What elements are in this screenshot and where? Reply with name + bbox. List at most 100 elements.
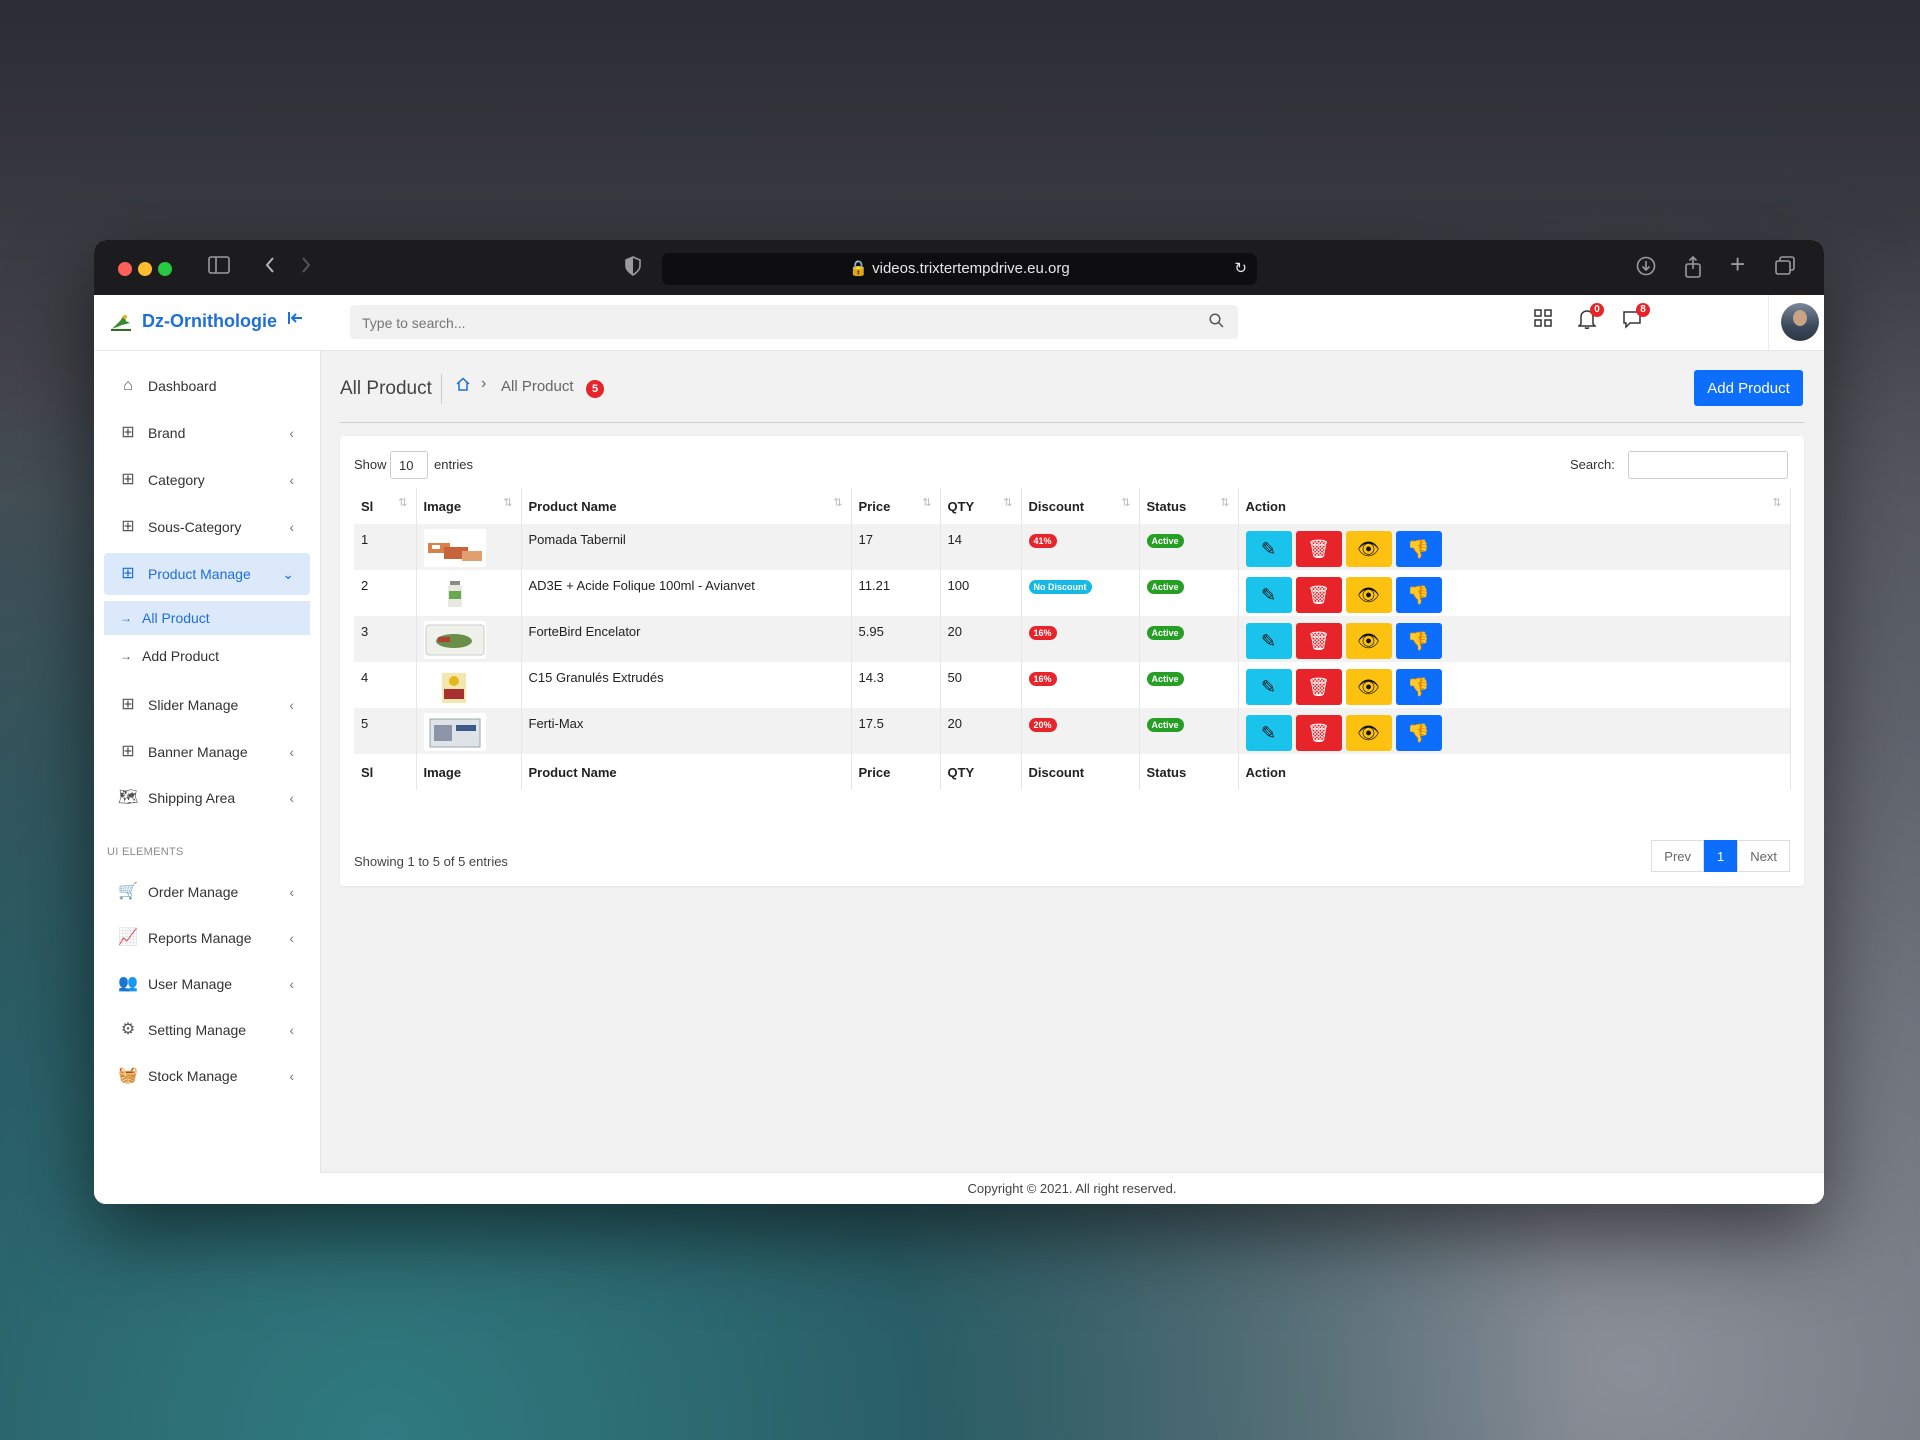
deactivate-button[interactable]: 👎 <box>1395 669 1442 705</box>
sidebar-subitem-all-product[interactable]: → All Product <box>104 601 310 635</box>
global-search-input[interactable] <box>360 305 1204 341</box>
collapse-sidebar-icon[interactable] <box>286 309 304 332</box>
sidebar-item-slider-manage[interactable]: ⊞ Slider Manage ‹ <box>104 684 310 726</box>
avatar[interactable] <box>1781 303 1819 341</box>
notifications-bell-icon[interactable]: 0 <box>1577 303 1604 335</box>
eye-icon: 👁 <box>1357 631 1380 651</box>
sidebar-subitem-add-product[interactable]: → Add Product <box>104 639 310 673</box>
sidebar-item-setting-manage[interactable]: ⚙ Setting Manage ‹ <box>104 1009 310 1051</box>
view-button[interactable]: 👁 <box>1345 531 1392 567</box>
tabs-overview-icon[interactable] <box>1774 256 1796 282</box>
thumbs-down-icon: 👎 <box>1407 723 1430 743</box>
forward-icon[interactable] <box>300 256 312 280</box>
chevron-left-icon: ‹ <box>289 472 294 488</box>
delete-button[interactable]: 🗑 <box>1295 623 1342 659</box>
address-bar[interactable]: 🔒 videos.trixtertempdrive.eu.org ↻ <box>662 253 1257 285</box>
table-row: 2 AD3E + Acide Folique 100ml - Avianvet … <box>354 570 1791 616</box>
discount-badge: No Discount <box>1028 580 1092 594</box>
sidebar-item-product-manage[interactable]: ⊞ Product Manage ⌄ <box>104 553 310 595</box>
deactivate-button[interactable]: 👎 <box>1395 577 1442 613</box>
product-table-card: Show 10 entries Search: Sl ⇅ Image ⇅ Produ… <box>340 436 1804 886</box>
sidebar-toggle-icon[interactable] <box>208 256 230 280</box>
delete-button[interactable]: 🗑 <box>1295 577 1342 613</box>
column-header-sl[interactable]: Sl ⇅ <box>354 488 417 524</box>
deactivate-button[interactable]: 👎 <box>1395 623 1442 659</box>
close-window-button[interactable] <box>118 262 132 276</box>
chart-icon: 📈 <box>118 929 138 946</box>
delete-button[interactable]: 🗑 <box>1295 669 1342 705</box>
maximize-window-button[interactable] <box>158 262 172 276</box>
minimize-window-button[interactable] <box>138 262 152 276</box>
column-header-action[interactable]: Action ⇅ <box>1238 488 1791 524</box>
pagination-next[interactable]: Next <box>1737 840 1790 872</box>
reload-icon[interactable]: ↻ <box>1234 253 1247 285</box>
user-divider <box>1768 295 1769 350</box>
product-thumbnail <box>423 621 486 659</box>
cell-product-name: AD3E + Acide Folique 100ml - Avianvet <box>521 570 852 616</box>
apps-grid-icon[interactable] <box>1534 309 1552 333</box>
column-header-image[interactable]: Image ⇅ <box>416 488 522 524</box>
edit-button[interactable]: ✎ <box>1245 531 1292 567</box>
sidebar-item-banner-manage[interactable]: ⊞ Banner Manage ‹ <box>104 731 310 773</box>
edit-button[interactable]: ✎ <box>1245 623 1292 659</box>
table-search-label: Search: <box>1570 457 1615 472</box>
view-button[interactable]: 👁 <box>1345 669 1392 705</box>
pagination-page-1[interactable]: 1 <box>1704 840 1738 872</box>
entries-label: entries <box>434 457 474 472</box>
cell-status: Active <box>1139 708 1239 754</box>
pencil-icon: ✎ <box>1260 723 1277 743</box>
view-button[interactable]: 👁 <box>1345 623 1392 659</box>
view-button[interactable]: 👁 <box>1345 577 1392 613</box>
entries-length-select[interactable]: 10 <box>390 451 428 479</box>
sort-icon: ⇅ <box>398 497 408 509</box>
cell-qty: 20 <box>940 708 1022 754</box>
deactivate-button[interactable]: 👎 <box>1395 531 1442 567</box>
sidebar-item-label: Category <box>148 472 205 488</box>
table-search-input[interactable] <box>1628 451 1788 479</box>
search-icon[interactable] <box>1209 313 1224 333</box>
messages-icon[interactable]: 8 <box>1622 303 1650 335</box>
column-header-product-name[interactable]: Product Name ⇅ <box>521 488 852 524</box>
sort-icon: ⇅ <box>1121 497 1131 509</box>
sort-icon: ⇅ <box>1772 497 1782 509</box>
sidebar-item-stock-manage[interactable]: 🧺 Stock Manage ‹ <box>104 1055 310 1097</box>
view-button[interactable]: 👁 <box>1345 715 1392 751</box>
cell-qty: 50 <box>940 662 1022 708</box>
sidebar-item-label: Brand <box>148 425 186 441</box>
edit-button[interactable]: ✎ <box>1245 669 1292 705</box>
brand-name[interactable]: Dz-Ornithologie <box>142 311 277 332</box>
delete-button[interactable]: 🗑 <box>1295 531 1342 567</box>
add-product-button[interactable]: Add Product <box>1694 370 1803 406</box>
pagination-prev[interactable]: Prev <box>1651 840 1705 872</box>
shield-icon[interactable] <box>624 256 642 282</box>
column-header-status[interactable]: Status ⇅ <box>1139 488 1239 524</box>
back-icon[interactable] <box>264 256 276 280</box>
sidebar-item-order-manage[interactable]: 🛒 Order Manage ‹ <box>104 871 310 913</box>
column-header-discount[interactable]: Discount ⇅ <box>1021 488 1140 524</box>
edit-button[interactable]: ✎ <box>1245 715 1292 751</box>
cell-discount: 41% <box>1021 524 1140 570</box>
table-row: 5 Ferti-Max 17.5 20 20% Active ✎ 🗑 👁 👎 <box>354 708 1791 754</box>
sidebar-item-brand[interactable]: ⊞ Brand ‹ <box>104 412 310 454</box>
cell-sl: 2 <box>354 570 417 616</box>
breadcrumb-home-icon[interactable] <box>456 377 470 395</box>
column-header-price[interactable]: Price ⇅ <box>851 488 941 524</box>
stock-icon: 🧺 <box>118 1067 138 1084</box>
status-badge: Active <box>1146 580 1184 594</box>
sidebar-item-user-manage[interactable]: 👥 User Manage ‹ <box>104 963 310 1005</box>
sidebar-item-label: Slider Manage <box>148 697 239 713</box>
column-header-qty[interactable]: QTY ⇅ <box>940 488 1022 524</box>
product-thumbnail <box>423 529 486 567</box>
sidebar-item-dashboard[interactable]: ⌂ Dashboard <box>104 365 310 407</box>
deactivate-button[interactable]: 👎 <box>1395 715 1442 751</box>
sidebar-item-shipping-area[interactable]: 🗺 Shipping Area ‹ <box>104 777 310 819</box>
sidebar-item-category[interactable]: ⊞ Category ‹ <box>104 459 310 501</box>
edit-button[interactable]: ✎ <box>1245 577 1292 613</box>
sidebar-item-reports-manage[interactable]: 📈 Reports Manage ‹ <box>104 917 310 959</box>
new-tab-icon[interactable]: + <box>1730 251 1745 277</box>
share-icon[interactable] <box>1684 255 1702 284</box>
download-icon[interactable] <box>1636 256 1656 282</box>
sidebar-item-sous-category[interactable]: ⊞ Sous-Category ‹ <box>104 506 310 548</box>
chevron-left-icon: ‹ <box>289 697 294 713</box>
delete-button[interactable]: 🗑 <box>1295 715 1342 751</box>
